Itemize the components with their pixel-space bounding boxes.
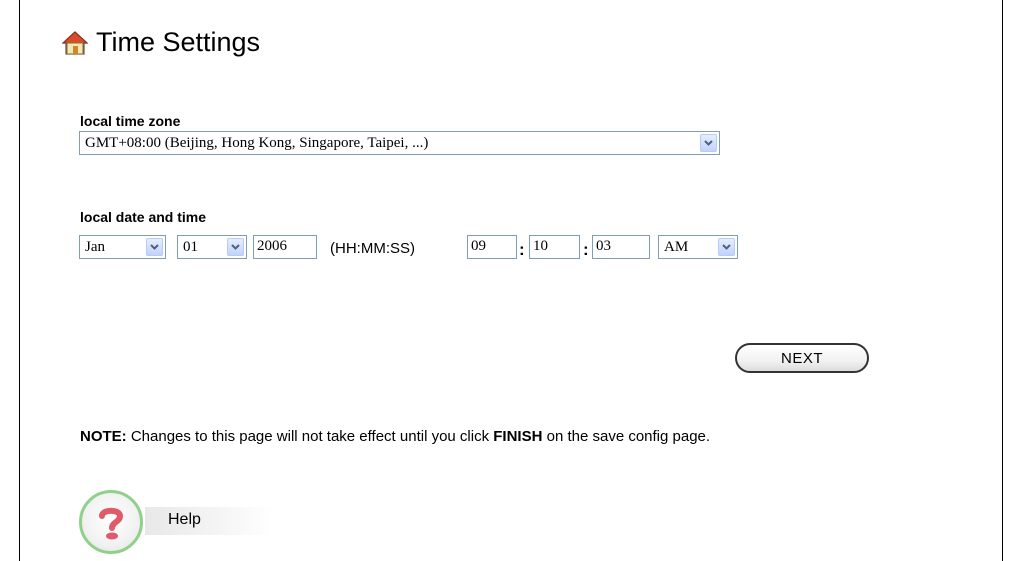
day-select-value: 01	[183, 238, 198, 255]
month-select-value: Jan	[85, 238, 105, 255]
chevron-down-icon[interactable]	[227, 238, 244, 256]
help-button[interactable]	[79, 490, 143, 554]
year-input-value: 2006	[257, 238, 287, 254]
page-title-text: Time Settings	[96, 27, 261, 57]
ampm-select-value: AM	[664, 238, 689, 255]
hour-input[interactable]: 09	[467, 235, 517, 259]
chevron-down-icon[interactable]	[146, 238, 163, 256]
frame-right-border	[1002, 0, 1003, 561]
next-button-label: NEXT	[780, 349, 823, 367]
next-button[interactable]: NEXT	[735, 343, 869, 373]
day-select[interactable]: 01	[177, 235, 247, 259]
timezone-select[interactable]: GMT+08:00 (Beijing, Hong Kong, Singapore…	[79, 131, 720, 155]
year-input[interactable]: 2006	[253, 235, 317, 259]
second-input[interactable]: 03	[592, 235, 650, 259]
config-note: NOTE: Changes to this page will not take…	[80, 428, 710, 445]
datetime-label: local date and time	[80, 209, 207, 225]
help-label-bar[interactable]	[145, 507, 275, 535]
time-separator: :	[519, 240, 525, 259]
timezone-label: local time zone	[80, 113, 181, 129]
second-input-value: 03	[596, 238, 611, 254]
ampm-select[interactable]: AM	[658, 235, 738, 259]
help-label[interactable]: Help	[168, 511, 201, 529]
frame-left-border	[19, 0, 20, 561]
note-text-end: on the save config page.	[542, 428, 711, 445]
timezone-select-value: GMT+08:00 (Beijing, Hong Kong, Singapore…	[85, 134, 429, 151]
note-text-start: Changes to this page will not take effec…	[126, 428, 494, 445]
home-icon	[62, 30, 88, 55]
minute-input[interactable]: 10	[529, 235, 580, 259]
hour-input-value: 09	[471, 238, 486, 254]
question-icon	[99, 507, 124, 540]
minute-input-value: 10	[533, 238, 548, 254]
time-separator: :	[583, 240, 589, 259]
page-title: Time Settings	[62, 27, 260, 58]
note-finish-keyword: FINISH	[493, 428, 543, 445]
time-format-hint: (HH:MM:SS)	[330, 240, 415, 257]
chevron-down-icon[interactable]	[718, 238, 735, 256]
month-select[interactable]: Jan	[79, 235, 166, 259]
chevron-down-icon[interactable]	[700, 134, 717, 152]
note-prefix: NOTE:	[80, 428, 127, 445]
